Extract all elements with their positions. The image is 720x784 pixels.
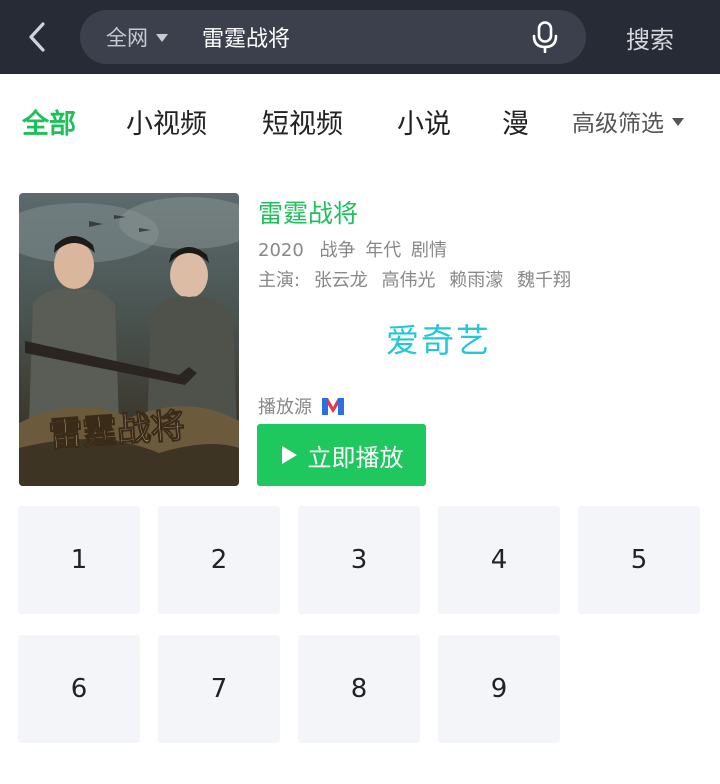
search-scope-dropdown[interactable]: 全网 bbox=[106, 10, 168, 64]
result-title[interactable]: 雷霆战将 bbox=[258, 194, 358, 230]
episode-button[interactable]: 3 bbox=[298, 506, 420, 614]
episode-button[interactable]: 2 bbox=[158, 506, 280, 614]
platform-logo-text: 爱奇艺 bbox=[386, 321, 491, 360]
result-genre: 剧情 bbox=[411, 240, 448, 261]
source-logo-icon bbox=[322, 398, 344, 415]
tab-short-video[interactable]: 短视频 bbox=[262, 98, 343, 144]
play-icon bbox=[281, 446, 297, 464]
chevron-left-icon bbox=[29, 22, 45, 52]
play-source[interactable]: 播放源 bbox=[258, 393, 346, 419]
cast-member: 魏千翔 bbox=[517, 270, 572, 291]
top-bar: 全网 雷霆战将 搜索 bbox=[0, 0, 720, 74]
search-scope-label: 全网 bbox=[106, 26, 148, 50]
episode-button[interactable]: 1 bbox=[18, 506, 140, 614]
episode-button[interactable]: 6 bbox=[18, 635, 140, 743]
search-input[interactable]: 雷霆战将 bbox=[202, 10, 290, 64]
cast-label: 主演: bbox=[258, 270, 301, 291]
cast-member: 高伟光 bbox=[381, 270, 436, 291]
play-source-label: 播放源 bbox=[258, 397, 312, 418]
poster-image[interactable]: 雷霆战将 bbox=[19, 193, 239, 486]
play-now-button[interactable]: 立即播放 bbox=[257, 424, 426, 486]
search-box[interactable]: 全网 雷霆战将 bbox=[80, 10, 586, 64]
caret-down-icon bbox=[672, 118, 684, 126]
tab-comic[interactable]: 漫 bbox=[502, 98, 529, 144]
tab-all[interactable]: 全部 bbox=[22, 98, 76, 144]
back-button[interactable] bbox=[20, 18, 54, 56]
tab-mini-video[interactable]: 小视频 bbox=[126, 98, 207, 144]
episode-button[interactable]: 5 bbox=[578, 506, 700, 614]
result-year: 2020 bbox=[258, 240, 304, 261]
advanced-filter-label: 高级筛选 bbox=[572, 111, 664, 137]
episode-button[interactable]: 4 bbox=[438, 506, 560, 614]
result-genre: 战争 bbox=[319, 240, 356, 261]
episode-button[interactable]: 7 bbox=[158, 635, 280, 743]
tab-novel[interactable]: 小说 bbox=[397, 98, 451, 144]
microphone-icon bbox=[532, 21, 558, 54]
cast-member: 赖雨濛 bbox=[449, 270, 504, 291]
result-genre: 年代 bbox=[365, 240, 402, 261]
episode-button[interactable]: 9 bbox=[438, 635, 560, 743]
caret-down-icon bbox=[156, 34, 168, 42]
cast-member: 张云龙 bbox=[313, 270, 368, 291]
play-now-label: 立即播放 bbox=[307, 443, 404, 472]
voice-search-button[interactable] bbox=[530, 21, 560, 54]
result-cast: 主演: 张云龙 高伟光 赖雨濛 魏千翔 bbox=[258, 266, 579, 292]
search-button[interactable]: 搜索 bbox=[626, 18, 674, 56]
result-meta: 2020 战争 年代 剧情 bbox=[258, 236, 451, 262]
category-tabs: 全部 小视频 短视频 小说 漫 高级筛选 bbox=[0, 98, 720, 146]
advanced-filter-button[interactable]: 高级筛选 bbox=[572, 98, 684, 144]
episode-button[interactable]: 8 bbox=[298, 635, 420, 743]
